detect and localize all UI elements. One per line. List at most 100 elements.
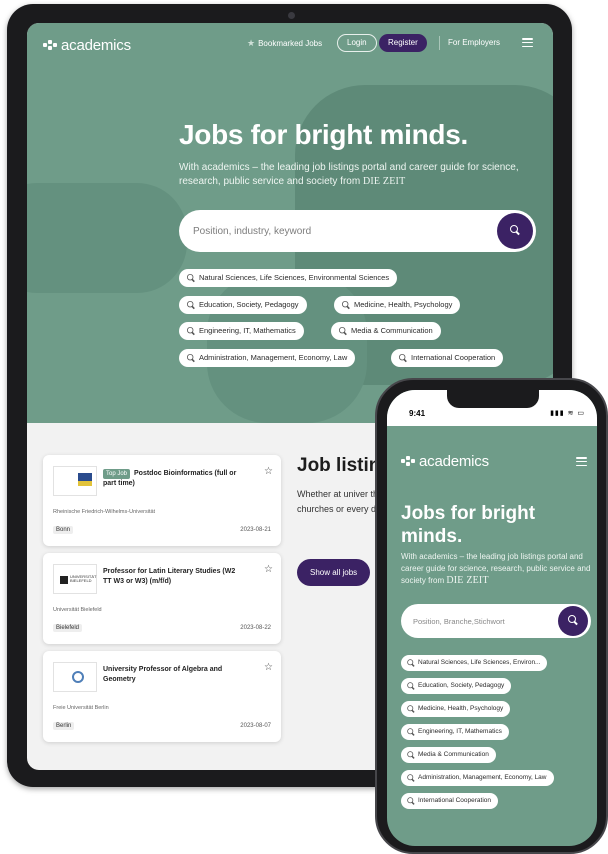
job-date: 2023-08-07 — [240, 723, 271, 729]
die-zeit-logo: DIE ZEIT — [446, 575, 489, 586]
search-icon — [407, 797, 415, 805]
academics-logo[interactable]: academics — [43, 37, 131, 54]
category-chip[interactable]: Education, Society, Pedagogy — [179, 296, 307, 314]
category-chip[interactable]: Medicine, Health, Psychology — [334, 296, 461, 314]
search-bar — [401, 604, 591, 638]
bookmarked-jobs-label: Bookmarked Jobs — [258, 39, 323, 48]
chip-label: Education, Society, Pedagogy — [418, 682, 505, 689]
show-all-jobs-button[interactable]: Show all jobs — [297, 559, 371, 586]
search-button[interactable] — [558, 606, 588, 636]
category-chip[interactable]: Education, Society, Pedagogy — [401, 678, 512, 694]
search-icon — [407, 728, 415, 736]
chip-label: Media & Communication — [351, 326, 433, 335]
bookmark-star-icon[interactable]: ☆ — [264, 466, 273, 477]
job-date: 2023-08-22 — [240, 625, 271, 631]
job-date: 2023-08-21 — [240, 527, 271, 533]
search-icon — [342, 301, 350, 309]
chip-label: International Cooperation — [418, 797, 491, 804]
job-title: Top Job Postdoc Bioinformatics (full or p… — [103, 469, 237, 487]
chip-label: Education, Society, Pedagogy — [199, 300, 299, 309]
hero-shape — [27, 183, 187, 293]
login-button[interactable]: Login — [337, 34, 377, 52]
hero-subtitle: With academics – the leading job listing… — [179, 161, 524, 189]
search-icon — [407, 774, 415, 782]
nav-divider — [439, 36, 440, 50]
tablet-hero: academics ★ Bookmarked Jobs Login Regist… — [27, 23, 553, 423]
chip-label: International Cooperation — [411, 353, 496, 362]
chip-label: Medicine, Health, Psychology — [418, 705, 504, 712]
search-icon — [407, 705, 415, 713]
chip-label: Natural Sciences, Life Sciences, Environ… — [418, 659, 541, 666]
logo-text: academics — [419, 453, 489, 470]
search-button[interactable] — [497, 213, 533, 249]
chip-label: Administration, Management, Economy, Law — [418, 774, 547, 781]
hero-title: Jobs for bright minds. — [179, 119, 468, 150]
search-bar — [179, 210, 536, 252]
hamburger-menu-icon[interactable] — [522, 38, 533, 47]
job-card[interactable]: UNIVERSITÄT BIELEFELD Professor for Lati… — [43, 553, 281, 644]
bookmark-star-icon[interactable]: ☆ — [264, 662, 273, 673]
phone-device: 9:41 ▮▮▮ ≋ ▭ academics Jobs for bright m… — [375, 378, 608, 854]
register-button[interactable]: Register — [379, 34, 427, 52]
category-chip[interactable]: Medicine, Health, Psychology — [401, 701, 511, 717]
institution-logo — [53, 466, 97, 496]
institution-logo: UNIVERSITÄT BIELEFELD — [53, 564, 97, 594]
chip-label: Natural Sciences, Life Sciences, Environ… — [199, 273, 390, 282]
phone-screen: 9:41 ▮▮▮ ≋ ▭ academics Jobs for bright m… — [387, 390, 597, 846]
device-mockup-stage: academics ★ Bookmarked Jobs Login Regist… — [0, 0, 608, 854]
academics-logo-icon — [401, 456, 416, 467]
category-chip[interactable]: International Cooperation — [401, 793, 498, 809]
institution-name: Freie Universität Berlin — [53, 705, 109, 711]
category-chip[interactable]: Media & Communication — [401, 747, 496, 763]
category-chip[interactable]: Administration, Management, Economy, Law — [401, 770, 554, 786]
category-chip[interactable]: Natural Sciences, Life Sciences, Environ… — [401, 655, 548, 671]
category-chip[interactable]: Engineering, IT, Mathematics — [401, 724, 509, 740]
search-icon — [407, 682, 415, 690]
tablet-navbar: academics ★ Bookmarked Jobs Login Regist… — [27, 23, 553, 71]
category-chip[interactable]: Media & Communication — [331, 322, 441, 340]
job-location: Bonn — [53, 526, 74, 534]
status-indicators: ▮▮▮ ≋ ▭ — [550, 410, 585, 417]
hero-subtitle: With academics – the leading job listing… — [401, 551, 593, 587]
job-card[interactable]: University Professor of Algebra and Geom… — [43, 651, 281, 742]
search-icon — [187, 354, 195, 362]
institution-name: Rheinische Friedrich-Wilhelms-Universitä… — [53, 509, 156, 515]
chip-label: Administration, Management, Economy, Law — [199, 353, 348, 362]
category-chip[interactable]: Natural Sciences, Life Sciences, Environ… — [179, 269, 398, 287]
job-title: Professor for Latin Literary Studies (W2… — [103, 568, 236, 585]
search-icon — [187, 327, 195, 335]
category-chip[interactable]: Engineering, IT, Mathematics — [179, 322, 304, 340]
search-icon — [187, 301, 195, 309]
star-icon: ★ — [247, 38, 256, 48]
job-card[interactable]: Top Job Postdoc Bioinformatics (full or p… — [43, 455, 281, 546]
bookmarked-jobs-link[interactable]: ★ Bookmarked Jobs — [247, 38, 322, 49]
hero-title: Jobs for bright minds. — [401, 503, 536, 547]
search-input[interactable] — [193, 210, 473, 252]
for-employers-link[interactable]: For Employers — [448, 38, 500, 47]
category-chip[interactable]: International Cooperation — [391, 349, 504, 367]
hamburger-menu-icon[interactable] — [576, 457, 587, 466]
search-icon — [399, 354, 407, 362]
academics-logo[interactable]: academics — [401, 453, 489, 470]
chip-label: Engineering, IT, Mathematics — [199, 326, 296, 335]
top-job-badge: Top Job — [103, 469, 131, 479]
search-icon — [187, 274, 195, 282]
job-title: University Professor of Algebra and Geom… — [103, 666, 223, 683]
chip-label: Engineering, IT, Mathematics — [418, 728, 502, 735]
chip-label: Medicine, Health, Psychology — [354, 300, 453, 309]
hero-subtitle-text: With academics – the leading job listing… — [179, 162, 519, 187]
search-icon — [510, 225, 520, 235]
logo-text: academics — [61, 37, 131, 54]
job-location: Bielefeld — [53, 624, 83, 632]
phone-notch — [447, 390, 539, 408]
status-time: 9:41 — [409, 409, 426, 418]
hero-subtitle-text: With academics – the leading job listing… — [401, 552, 591, 585]
search-input[interactable] — [413, 604, 553, 638]
search-icon — [568, 615, 578, 625]
job-listings-heading: Job listin — [297, 455, 381, 476]
die-zeit-logo: DIE ZEIT — [362, 176, 406, 187]
academics-logo-icon — [43, 40, 58, 51]
institution-name: Universität Bielefeld — [53, 607, 102, 613]
bookmark-star-icon[interactable]: ☆ — [264, 564, 273, 575]
category-chip[interactable]: Administration, Management, Economy, Law — [179, 349, 356, 367]
